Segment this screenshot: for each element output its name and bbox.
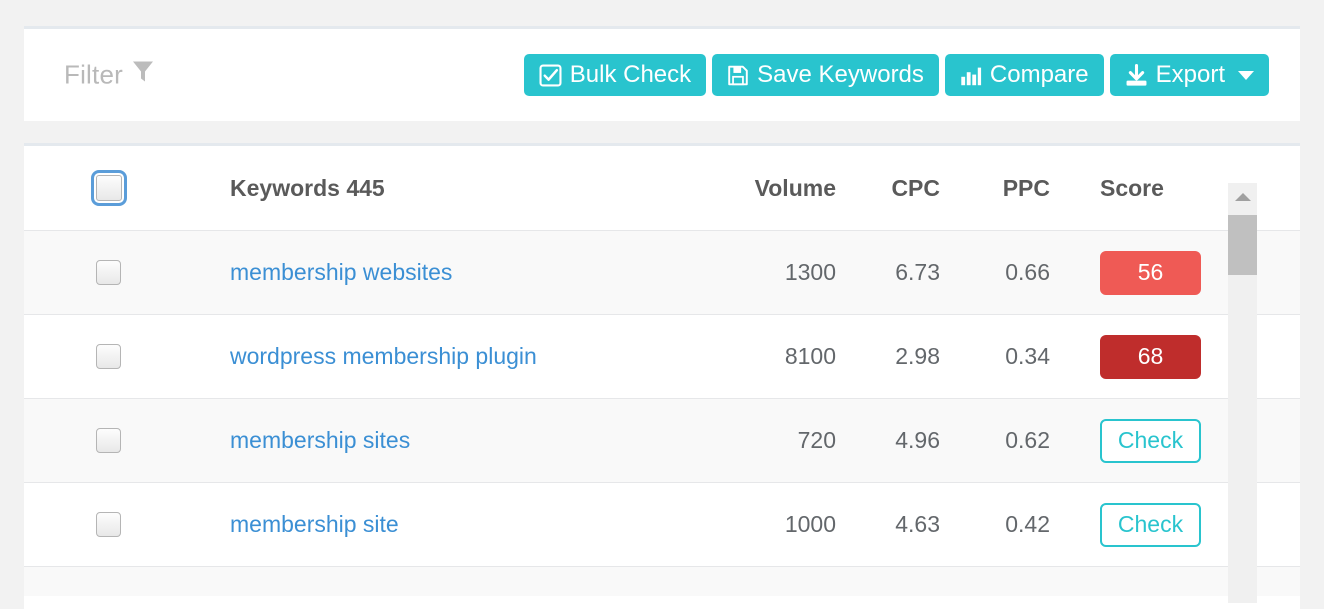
row-ppc-cell: 0.42 xyxy=(974,483,1050,566)
cpc-value: 2.98 xyxy=(895,343,940,369)
compare-button[interactable]: Compare xyxy=(944,54,1104,96)
row-cpc-cell: 4.63 xyxy=(864,483,940,566)
header-keywords-cell: Keywords 445 xyxy=(230,146,710,230)
row-score-cell: Check xyxy=(1100,399,1201,482)
row-volume-cell: 1300 xyxy=(724,231,836,314)
keyword-link[interactable]: membership site xyxy=(230,511,399,538)
table-row[interactable]: membership site 1000 4.63 0.42 Check xyxy=(24,482,1300,566)
keyword-link[interactable]: membership sites xyxy=(230,427,410,454)
row-cpc-cell: 4.96 xyxy=(864,399,940,482)
results-page: Filter Bulk Check Save Keywords Compare … xyxy=(0,0,1324,609)
bulk-check-label: Bulk Check xyxy=(569,61,692,88)
ppc-value: 0.66 xyxy=(1005,259,1050,285)
scrollbar-thumb[interactable] xyxy=(1228,215,1257,275)
volume-value: 1000 xyxy=(784,511,836,537)
select-all-checkbox[interactable] xyxy=(91,170,127,206)
row-select-cell xyxy=(92,399,138,482)
header-score-cell: Score xyxy=(1100,146,1201,230)
keyword-link[interactable]: membership websites xyxy=(230,259,452,286)
volume-value: 8100 xyxy=(784,343,836,369)
row-checkbox[interactable] xyxy=(96,344,121,369)
ppc-value: 0.62 xyxy=(1005,427,1050,453)
header-cpc-label: CPC xyxy=(891,174,940,201)
row-checkbox[interactable] xyxy=(96,260,121,285)
row-score-cell: 56 xyxy=(1100,231,1201,314)
header-score-label: Score xyxy=(1100,174,1164,201)
scroll-up-button[interactable] xyxy=(1228,183,1257,211)
header-ppc-label: PPC xyxy=(1002,174,1050,201)
table-header-row: Keywords 445 Volume CPC PPC Score xyxy=(24,146,1300,230)
table-row[interactable]: membership sites 720 4.96 0.62 Check xyxy=(24,398,1300,482)
toolbar-button-group: Bulk Check Save Keywords Compare Export xyxy=(523,54,1269,96)
check-square-icon xyxy=(539,63,562,87)
row-keyword-cell: membership site xyxy=(230,483,710,566)
row-keyword-cell: membership sites xyxy=(230,399,710,482)
bulk-check-button[interactable]: Bulk Check xyxy=(523,54,707,96)
row-select-cell xyxy=(92,231,138,314)
table-row[interactable]: wordpress membership plugin 8100 2.98 0.… xyxy=(24,314,1300,398)
check-score-button[interactable]: Check xyxy=(1100,418,1201,463)
keyword-link[interactable]: wordpress membership plugin xyxy=(230,343,537,370)
volume-value: 720 xyxy=(797,427,836,453)
header-cpc-cell: CPC xyxy=(864,146,940,230)
header-select-all-cell xyxy=(91,146,138,230)
cpc-value: 4.63 xyxy=(895,511,940,537)
ppc-value: 0.34 xyxy=(1005,343,1050,369)
export-label: Export xyxy=(1155,61,1225,88)
row-ppc-cell: 0.62 xyxy=(974,399,1050,482)
toolbar-panel: Filter Bulk Check Save Keywords Compare … xyxy=(24,26,1300,121)
ppc-value: 0.42 xyxy=(1005,511,1050,537)
save-floppy-icon xyxy=(727,64,749,87)
row-keyword-cell: membership websites xyxy=(230,231,710,314)
row-cpc-cell: 6.73 xyxy=(864,231,940,314)
header-volume-label: Volume xyxy=(754,174,836,201)
row-keyword-cell: wordpress membership plugin xyxy=(230,315,710,398)
vertical-scrollbar[interactable] xyxy=(1228,183,1257,603)
volume-value: 1300 xyxy=(784,259,836,285)
save-keywords-button[interactable]: Save Keywords xyxy=(712,54,939,96)
funnel-icon xyxy=(132,60,154,91)
filter-control[interactable]: Filter xyxy=(64,60,154,91)
cpc-value: 6.73 xyxy=(895,259,940,285)
cpc-value: 4.96 xyxy=(895,427,940,453)
download-icon xyxy=(1125,63,1148,87)
row-checkbox[interactable] xyxy=(96,428,121,453)
header-ppc-cell: PPC xyxy=(974,146,1050,230)
table-row-partial[interactable] xyxy=(24,566,1300,596)
row-score-cell: 68 xyxy=(1100,315,1201,398)
keywords-table-panel: Keywords 445 Volume CPC PPC Score member… xyxy=(24,143,1300,609)
score-badge: 68 xyxy=(1100,334,1201,379)
row-score-cell: Check xyxy=(1100,483,1201,566)
row-ppc-cell: 0.66 xyxy=(974,231,1050,314)
row-volume-cell: 1000 xyxy=(724,483,836,566)
row-checkbox[interactable] xyxy=(96,512,121,537)
save-keywords-label: Save Keywords xyxy=(757,61,924,88)
row-ppc-cell: 0.34 xyxy=(974,315,1050,398)
header-volume-cell: Volume xyxy=(724,146,836,230)
score-badge: 56 xyxy=(1100,250,1201,295)
row-select-cell xyxy=(92,483,138,566)
triangle-up-icon xyxy=(1234,193,1251,201)
header-keywords-label: Keywords 445 xyxy=(230,174,385,201)
filter-label: Filter xyxy=(64,59,123,90)
check-score-button[interactable]: Check xyxy=(1100,502,1201,547)
row-volume-cell: 8100 xyxy=(724,315,836,398)
chevron-down-icon xyxy=(1238,70,1254,80)
table-row[interactable]: membership websites 1300 6.73 0.66 56 xyxy=(24,230,1300,314)
compare-label: Compare xyxy=(989,61,1089,88)
export-button[interactable]: Export xyxy=(1109,54,1269,96)
bar-chart-icon xyxy=(960,64,982,87)
row-select-cell xyxy=(92,315,138,398)
row-volume-cell: 720 xyxy=(724,399,836,482)
row-cpc-cell: 2.98 xyxy=(864,315,940,398)
